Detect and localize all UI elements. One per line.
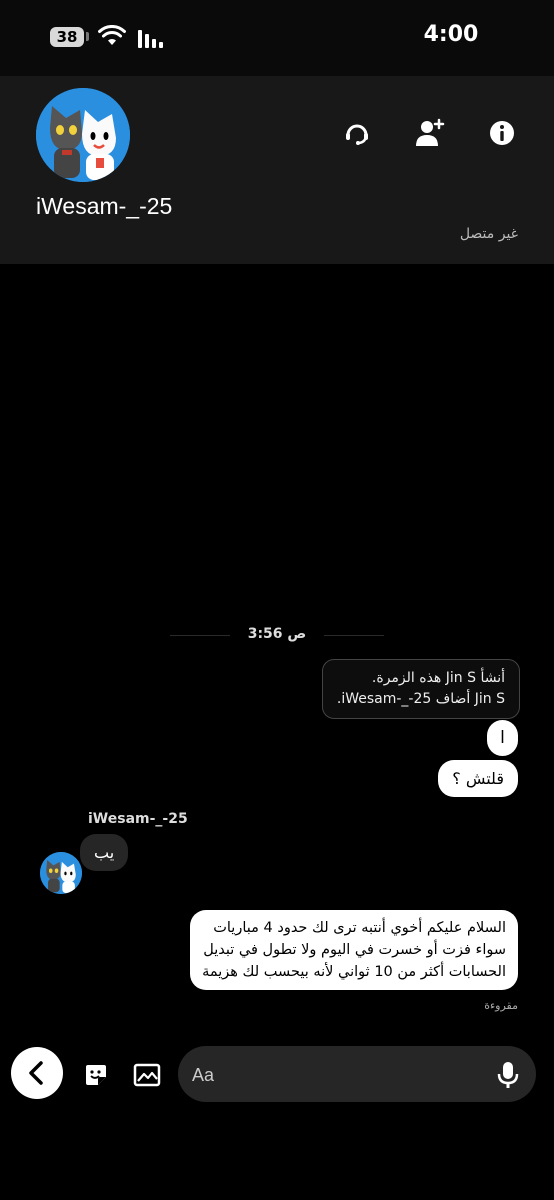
group-avatar[interactable] [36,88,130,182]
outgoing-message[interactable]: السلام عليكم أخوي أنتبه ترى لك حدود 4 مب… [190,910,518,990]
system-line-added: Jin S أضاف iWesam-_-25. [336,691,505,707]
avatar-image [40,852,82,894]
avatar-image [36,88,130,182]
timestamp-divider-right [324,635,384,636]
info-icon[interactable] [485,116,519,150]
status-bar: 38 4:00 [0,0,554,76]
message-line: سواء فزت أو خسرت في اليوم ولا تطول في تب… [203,942,506,958]
sender-name: iWesam-_-25 [88,811,188,827]
message-input-placeholder: Aa [192,1065,215,1085]
system-message: أنشأ Jin S هذه الزمرة. Jin S أضاف iWesam… [321,659,520,719]
read-receipt: مقروءة [484,999,518,1012]
status-time: 4:00 [423,22,479,47]
message-timestamp: 3:56 ص [247,626,307,642]
battery-indicator: 38 [50,27,84,47]
outgoing-message[interactable]: قلتش ؟ [438,760,518,797]
battery-tip [86,32,89,41]
online-status: غير متصل [459,226,518,242]
system-line-created: أنشأ Jin S هذه الزمرة. [371,670,505,686]
sticker-icon[interactable] [83,1062,109,1088]
wifi-icon [98,25,126,45]
chat-title: iWesam-_-25 [36,193,173,219]
microphone-icon[interactable] [496,1060,520,1090]
sender-avatar[interactable] [40,852,82,894]
message-input[interactable] [178,1046,536,1102]
message-line: السلام عليكم أخوي أنتبه ترى لك حدود 4 مب… [213,920,506,936]
timestamp-divider-left [170,635,230,636]
headset-icon[interactable] [340,116,374,150]
incoming-message[interactable]: يب [80,834,129,871]
signal-icon [138,30,163,48]
message-line: الحسابات أكثر من 10 ثواني لأنه بيحسب لك … [202,964,506,980]
image-icon[interactable] [133,1062,161,1088]
back-button[interactable] [11,1047,63,1099]
outgoing-message[interactable]: ا [487,720,518,756]
add-user-icon[interactable] [412,116,446,150]
chevron-left-icon [29,1061,43,1085]
